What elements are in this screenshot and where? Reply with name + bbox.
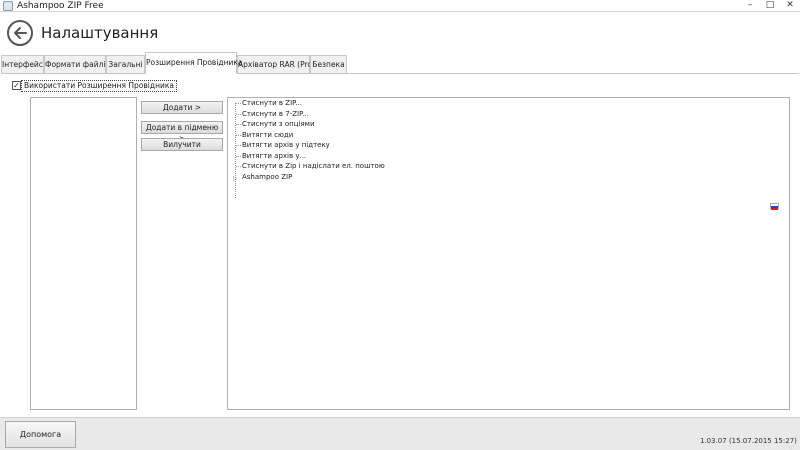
- tree-expand-icon[interactable]: ▷: [233, 176, 238, 182]
- tree-tick: [236, 156, 241, 157]
- footer-bar: Допомога 1.03.07 (15.07.2015 15:27) ⋰: [0, 417, 800, 450]
- tab-security[interactable]: Безпека: [310, 55, 347, 73]
- tree-item[interactable]: Стиснути в ZIP...: [242, 98, 302, 108]
- remove-button[interactable]: Вилучити: [141, 138, 223, 151]
- tab-divider: [1, 73, 799, 74]
- tree-tick: [236, 135, 241, 136]
- page-title: Налаштування: [41, 24, 159, 42]
- tree-tick: [236, 103, 241, 104]
- tree-tick: [236, 124, 241, 125]
- help-button[interactable]: Допомога: [5, 421, 76, 448]
- add-button[interactable]: Додати >: [141, 101, 223, 114]
- tab-file-formats[interactable]: Формати файлів: [44, 55, 110, 73]
- tab-interface[interactable]: Інтерфейс: [1, 55, 44, 73]
- tab-rar-archiver[interactable]: Архіватор RAR (Pro): [237, 55, 315, 73]
- window-title: Ashampoo ZIP Free: [17, 1, 104, 11]
- app-icon: [3, 1, 13, 11]
- available-commands-list[interactable]: [30, 97, 137, 410]
- minimize-button[interactable]: –: [740, 0, 760, 12]
- add-to-submenu-button[interactable]: Додати в підменю >: [141, 121, 223, 143]
- maximize-button[interactable]: □: [760, 0, 780, 12]
- window-titlebar: Ashampoo ZIP Free – □ ✕: [0, 0, 800, 12]
- tree-item[interactable]: Витягти архів у...: [242, 151, 306, 161]
- context-menu-tree[interactable]: ▷ Стиснути в ZIP... Стиснути в 7-ZIP... …: [227, 97, 790, 410]
- back-button[interactable]: [7, 20, 33, 46]
- tree-tick: [236, 166, 241, 167]
- tree-item[interactable]: Стиснути в 7-ZIP...: [242, 109, 309, 119]
- resize-grip-icon[interactable]: ⋰: [790, 442, 797, 450]
- tree-item[interactable]: Витягти сюди: [242, 130, 293, 140]
- tab-general[interactable]: Загальні: [106, 55, 145, 73]
- tab-explorer-extensions[interactable]: Розширення Провідника: [145, 52, 243, 74]
- tree-tick: [236, 114, 241, 115]
- tree-item[interactable]: Стиснути з опціями: [242, 119, 315, 129]
- russia-flag-icon[interactable]: [770, 203, 779, 210]
- tree-item[interactable]: Ashampoo ZIP: [242, 172, 292, 182]
- back-arrow-icon: [14, 27, 27, 39]
- tree-tick: [236, 145, 241, 146]
- version-label: 1.03.07 (15.07.2015 15:27): [700, 437, 797, 445]
- tree-connector-line: [235, 103, 241, 198]
- use-explorer-extension-checkbox[interactable]: ✓: [12, 81, 21, 90]
- use-explorer-extension-label[interactable]: Використати Розширення Провідника: [21, 80, 177, 92]
- tree-item[interactable]: Витягти архів у підтеку: [242, 140, 330, 150]
- tree-item[interactable]: Стиснути в Zip і надіслати ел. поштою: [242, 161, 385, 171]
- close-button[interactable]: ✕: [780, 0, 800, 12]
